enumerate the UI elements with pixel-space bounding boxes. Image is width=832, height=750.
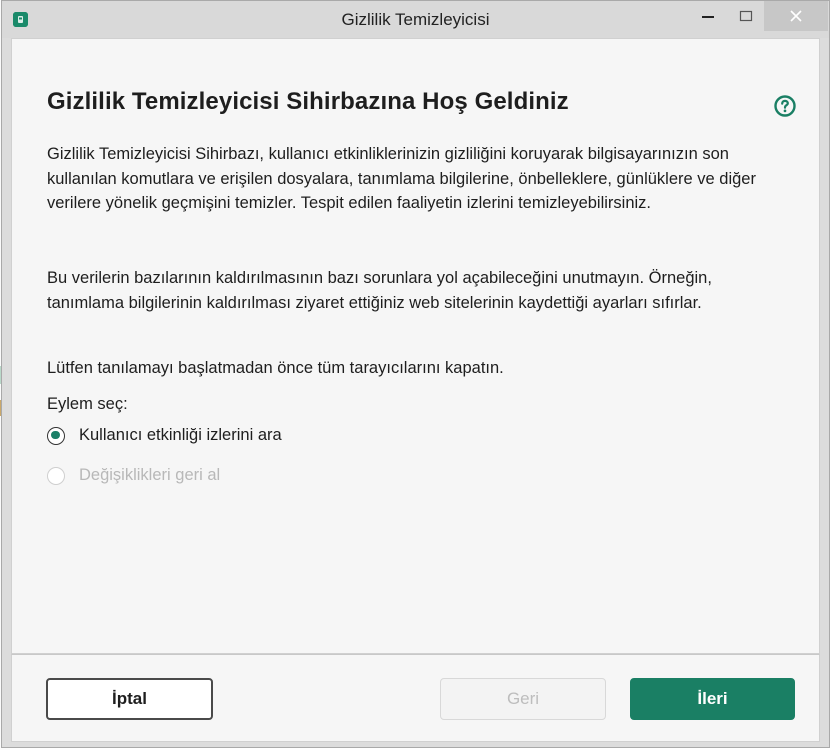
maximize-button[interactable] bbox=[732, 1, 760, 31]
close-icon bbox=[790, 10, 802, 22]
cancel-button[interactable]: İptal bbox=[46, 678, 213, 720]
minimize-icon bbox=[702, 16, 714, 18]
close-button[interactable] bbox=[764, 1, 828, 31]
warning-text: Bu verilerin bazılarının kaldırılmasının… bbox=[47, 269, 712, 312]
radio-disabled bbox=[47, 466, 65, 485]
wizard-window: Gizlilik Temizleyicisi Gizlilik Temizley… bbox=[1, 0, 830, 748]
option-label: Değişiklikleri geri al bbox=[79, 466, 221, 484]
description-text: Gizlilik Temizleyicisi Sihirbazı, kullan… bbox=[47, 145, 756, 212]
wizard-footer: İptal Geri İleri bbox=[11, 654, 820, 742]
option-label: Kullanıcı etkinliği izlerini ara bbox=[79, 426, 282, 444]
option-undo-changes: Değişiklikleri geri al bbox=[47, 466, 220, 485]
maximize-icon bbox=[739, 10, 753, 22]
radio-selected[interactable] bbox=[47, 426, 65, 445]
wizard-content: Gizlilik Temizleyicisi Sihirbazına Hoş G… bbox=[11, 38, 820, 654]
option-search-activity[interactable]: Kullanıcı etkinliği izlerini ara bbox=[47, 426, 282, 445]
action-label: Eylem seç: bbox=[47, 395, 128, 413]
page-title: Gizlilik Temizleyicisi Sihirbazına Hoş G… bbox=[47, 88, 569, 115]
browser-notice-text: Lütfen tanılamayı başlatmadan önce tüm t… bbox=[47, 359, 504, 377]
title-bar[interactable]: Gizlilik Temizleyicisi bbox=[2, 1, 829, 38]
minimize-button[interactable] bbox=[694, 1, 722, 31]
back-button: Geri bbox=[440, 678, 606, 720]
help-icon bbox=[774, 95, 796, 117]
help-button[interactable] bbox=[773, 94, 797, 118]
next-button[interactable]: İleri bbox=[630, 678, 795, 720]
